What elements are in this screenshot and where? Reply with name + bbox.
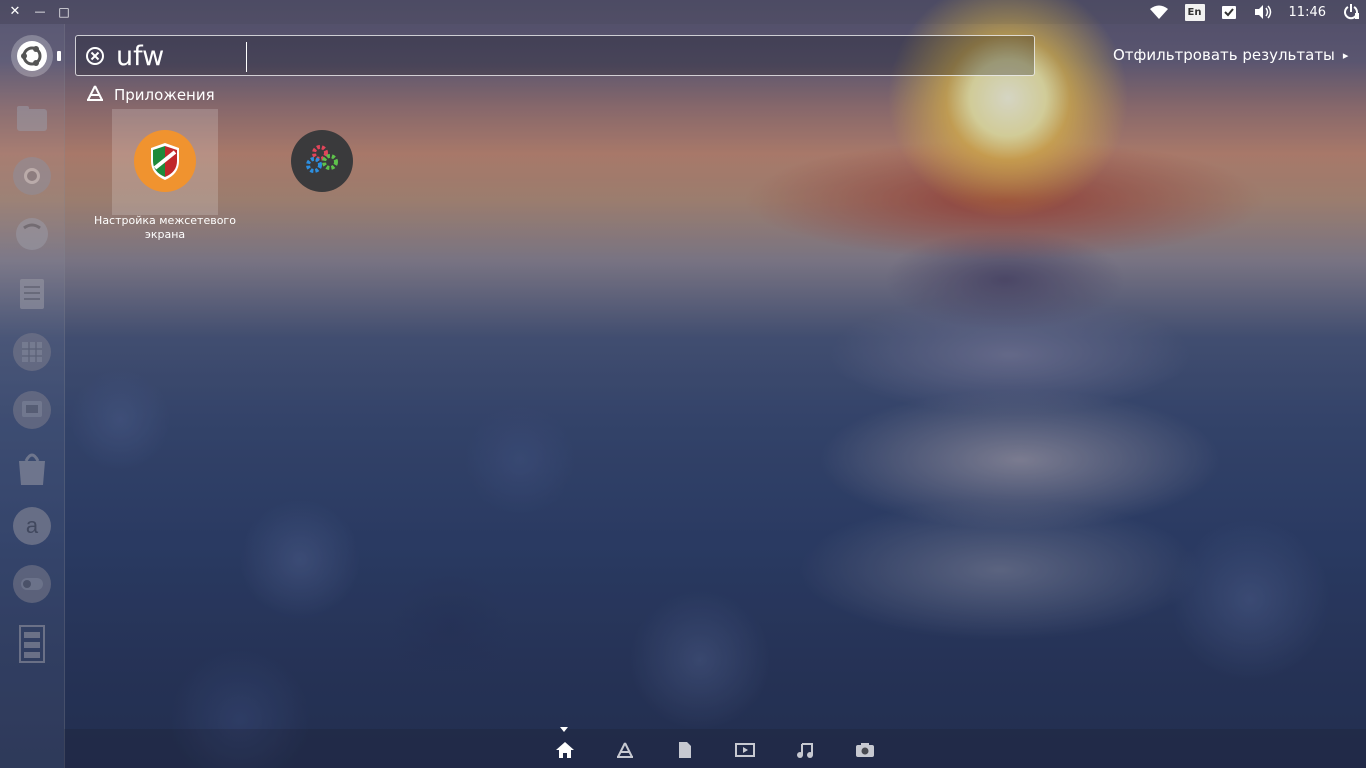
photo-lens-icon[interactable] [854,739,876,761]
dash-search-box[interactable] [75,35,1035,76]
files-lens-icon[interactable] [674,739,696,761]
firewall-shield-icon [134,130,196,192]
keyboard-layout-label: En [1184,3,1205,21]
gears-icon [291,130,353,192]
workspace-icon[interactable] [8,620,56,668]
minimize-window-button[interactable]: — [31,3,49,21]
svg-text:a: a [26,513,39,538]
filter-results-label: Отфильтровать результаты [1113,46,1335,64]
result-gears-app[interactable] [263,108,369,248]
desktop-screen: ✕ — □ En 11:46 a ufw Отфильтровать резул… [0,0,1366,768]
active-lens-indicator [560,727,568,732]
settings-toggle-icon[interactable] [8,560,56,608]
wifi-icon[interactable] [1141,0,1177,24]
launcher-active-pip [57,51,61,61]
ubuntu-dash-icon[interactable] [8,32,56,80]
result-firewall-configuration[interactable]: Настройка межсетевого экрана [94,108,236,248]
triangle-right-icon: ▸ [1342,48,1349,62]
software-center-icon[interactable] [8,444,56,492]
filter-results-button[interactable]: Отфильтровать результаты ▸ [1113,46,1348,64]
music-lens-icon[interactable] [794,739,816,761]
power-icon[interactable] [1334,0,1366,24]
text-caret [246,42,247,72]
files-icon[interactable] [8,94,56,142]
search-input[interactable] [116,38,1016,74]
launcher: a [0,24,65,768]
home-lens-icon[interactable] [554,739,576,761]
applications-icon [86,85,104,105]
dash-overlay [64,24,1366,768]
text-editor-icon[interactable] [8,270,56,318]
lens-bar [64,729,1366,768]
keyboard-layout-indicator[interactable]: En [1177,0,1213,24]
video-lens-icon[interactable] [734,739,756,761]
top-panel: ✕ — □ En 11:46 [0,0,1366,24]
result-label: Настройка межсетевого экрана [94,214,236,241]
applications-lens-icon[interactable] [614,739,636,761]
messenger-icon[interactable] [8,210,56,258]
close-window-button[interactable]: ✕ [6,3,24,21]
category-header-applications[interactable]: Приложения [86,84,215,106]
spreadsheet-icon[interactable] [8,328,56,376]
clock[interactable]: 11:46 [1281,0,1334,24]
system-tray: En 11:46 [1141,0,1366,24]
chrome-icon[interactable] [8,152,56,200]
amazon-icon[interactable]: a [8,502,56,550]
volume-icon[interactable] [1245,0,1281,24]
close-circle-icon[interactable] [85,46,105,66]
category-label: Приложения [114,86,215,104]
check-icon[interactable] [1213,0,1245,24]
maximize-window-button[interactable]: □ [55,3,73,21]
presentation-icon[interactable] [8,386,56,434]
